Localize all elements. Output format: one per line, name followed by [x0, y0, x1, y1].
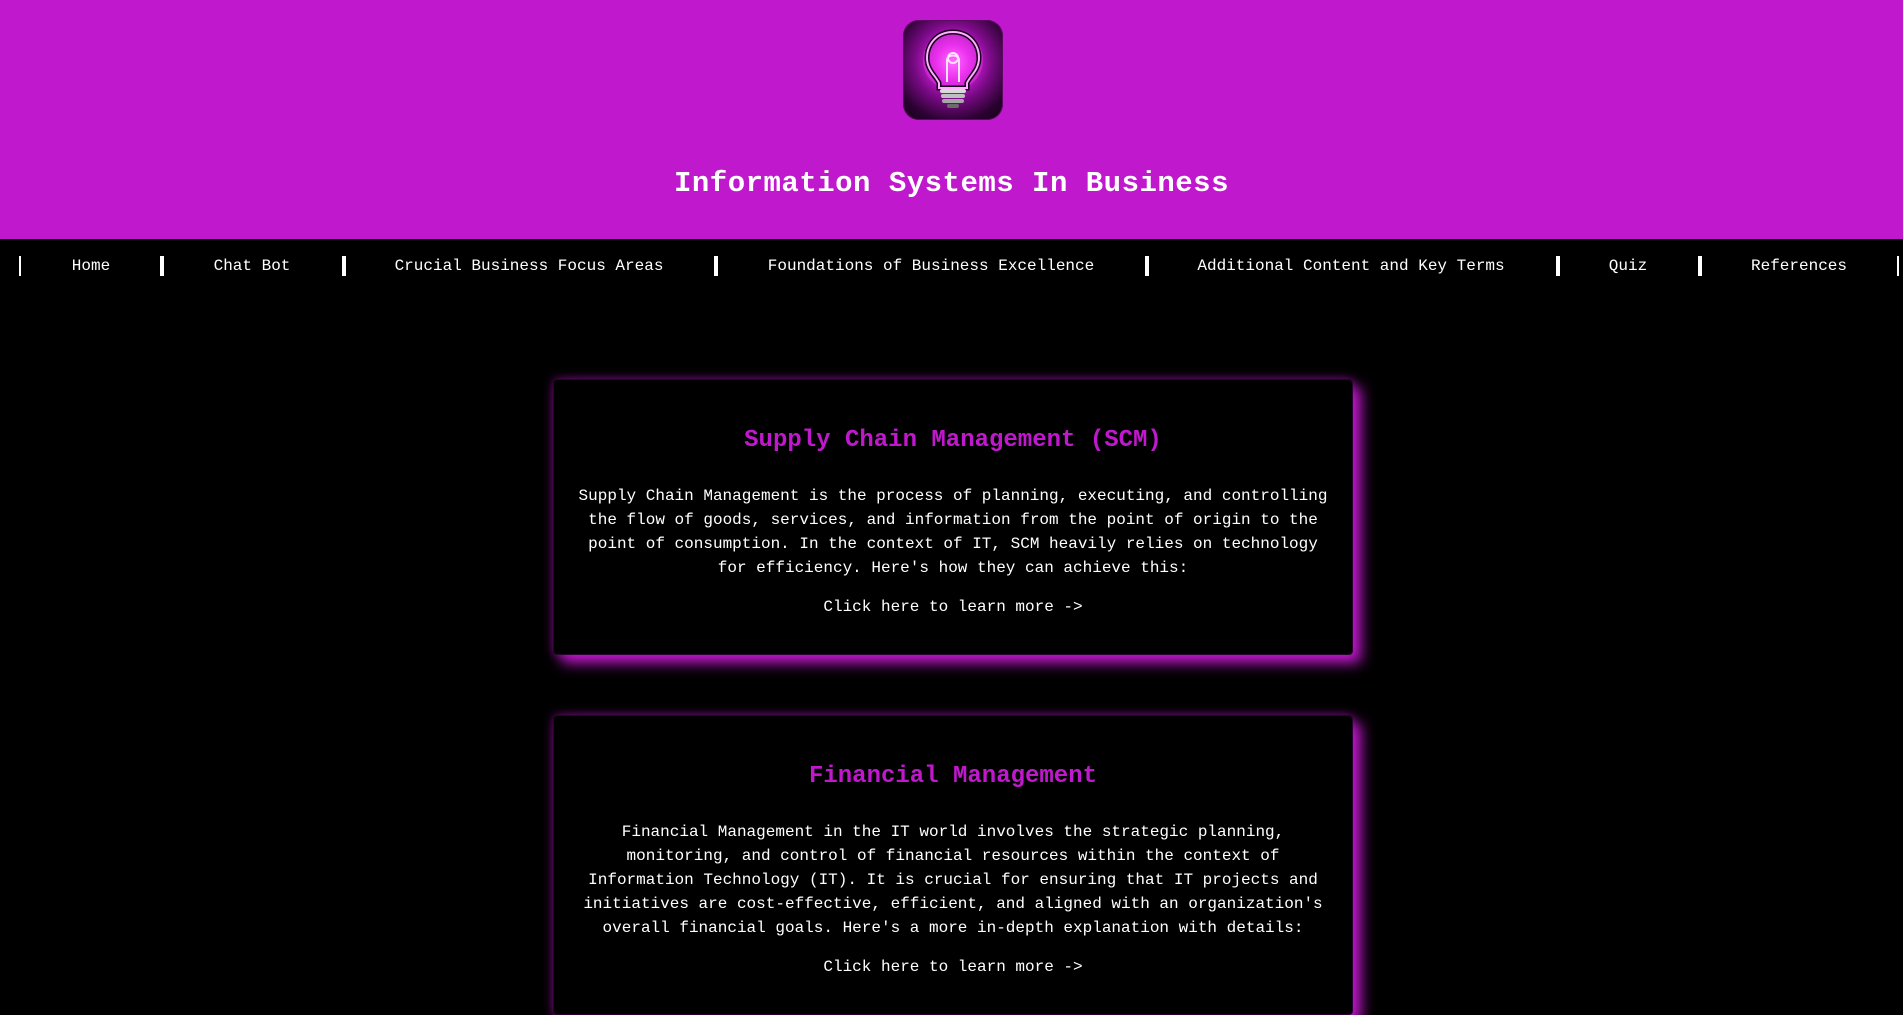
nav-separator — [1698, 256, 1702, 276]
nav-additional-content-key-terms[interactable]: Additional Content and Key Terms — [1197, 239, 1504, 293]
financial-management-card: Financial Management Financial Managemen… — [553, 715, 1353, 1015]
nav-separator — [1897, 256, 1899, 276]
nav-crucial-business-focus-areas[interactable]: Crucial Business Focus Areas — [395, 239, 664, 293]
card-description: Supply Chain Management is the process o… — [578, 487, 1328, 577]
site-header: Information Systems In Business — [0, 0, 1903, 239]
nav-chat-bot[interactable]: Chat Bot — [214, 239, 291, 293]
learn-more-link[interactable]: Click here to learn more -> — [554, 958, 1352, 976]
nav-home[interactable]: Home — [72, 239, 110, 293]
nav-separator — [1556, 256, 1560, 276]
nav-separator — [160, 256, 164, 276]
nav-separator — [714, 256, 718, 276]
nav-separator — [342, 256, 346, 276]
card-title: Supply Chain Management (SCM) — [744, 427, 1162, 454]
nav-references[interactable]: References — [1751, 239, 1847, 293]
card-description: Financial Management in the IT world inv… — [583, 823, 1323, 937]
card-title: Financial Management — [808, 763, 1098, 790]
learn-more-link[interactable]: Click here to learn more -> — [554, 598, 1352, 616]
lightbulb-graphic — [923, 29, 983, 108]
nav-foundations-of-business-excellence[interactable]: Foundations of Business Excellence — [768, 239, 1094, 293]
nav-separator — [19, 256, 21, 276]
main-nav: Home Chat Bot Crucial Business Focus Are… — [0, 239, 1903, 293]
nav-separator — [1145, 256, 1149, 276]
site-title: Information Systems In Business — [674, 167, 1229, 200]
nav-quiz[interactable]: Quiz — [1609, 239, 1647, 293]
lightbulb-icon[interactable] — [903, 20, 1003, 120]
scm-card: Supply Chain Management (SCM) Supply Cha… — [553, 379, 1353, 655]
